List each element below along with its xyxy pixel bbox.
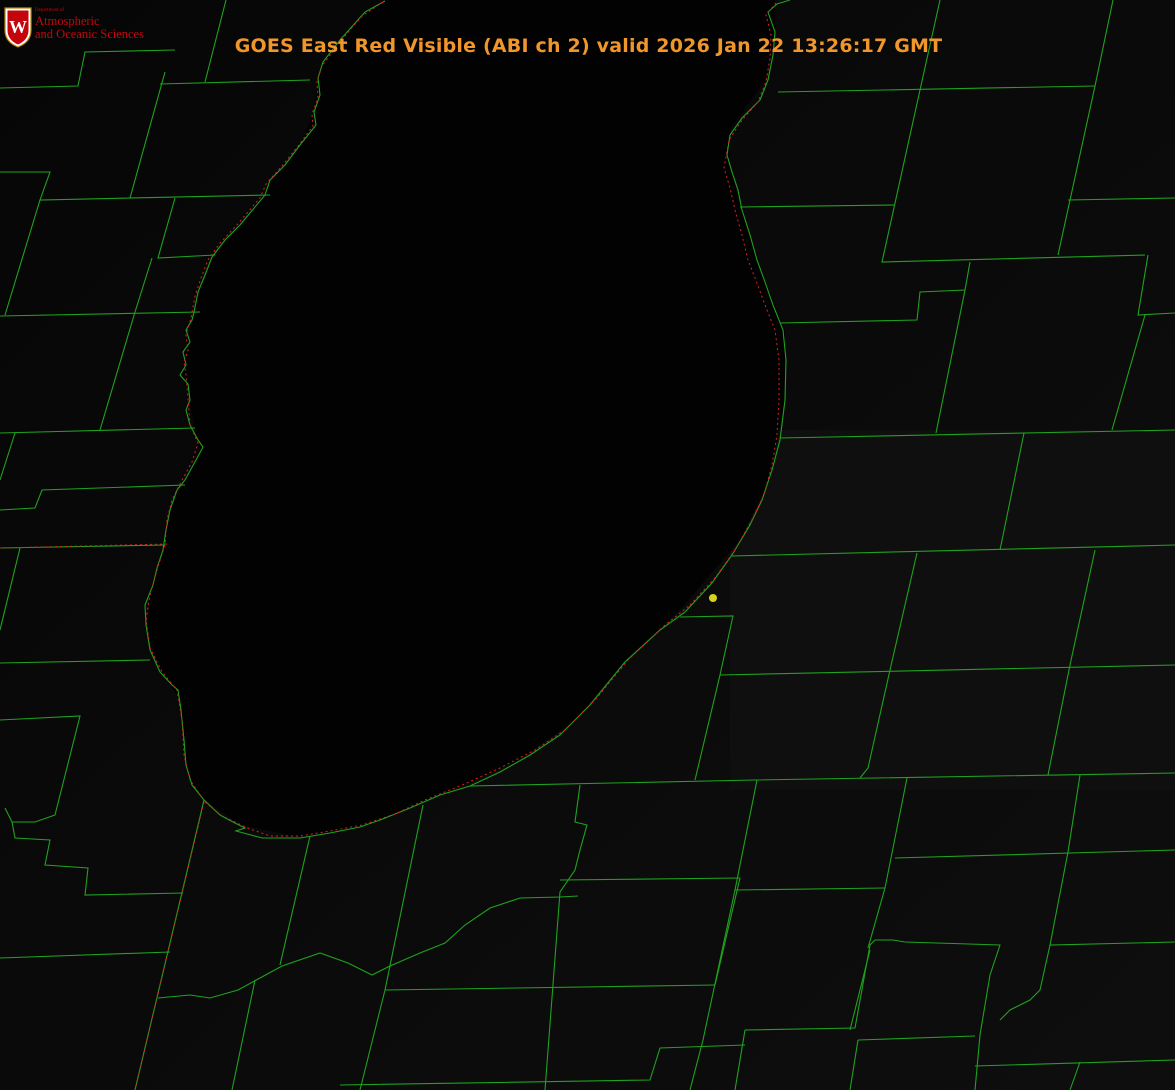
image-title: GOES East Red Visible (ABI ch 2) valid 2…	[234, 35, 943, 57]
location-marker-icon	[709, 594, 717, 602]
crest-letter: W	[9, 17, 27, 37]
logo-department: Department of	[35, 8, 65, 13]
haze-region	[730, 430, 1175, 790]
satellite-map	[0, 0, 1175, 1090]
